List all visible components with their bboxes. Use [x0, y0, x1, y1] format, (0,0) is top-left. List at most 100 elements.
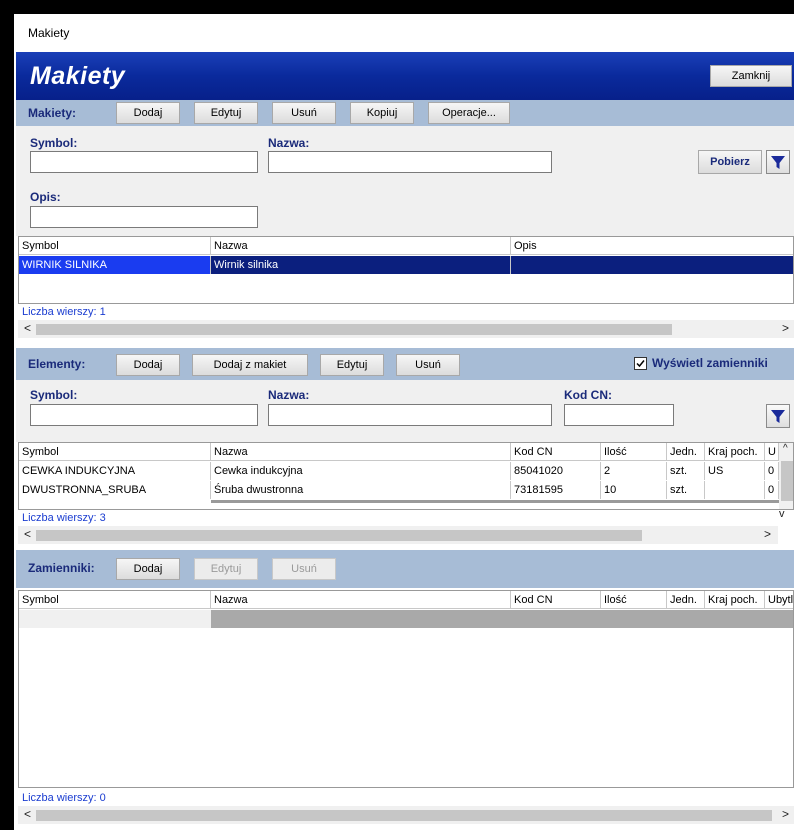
elementy-add-button[interactable]: Dodaj: [116, 354, 180, 376]
cell-country: [705, 481, 765, 499]
column-header-symbol[interactable]: Symbol: [19, 591, 211, 609]
show-substitutes-checkbox[interactable]: [634, 357, 647, 370]
fetch-button[interactable]: Pobierz: [698, 150, 762, 174]
column-header-cn[interactable]: Kod CN: [511, 443, 601, 461]
new-row-selector: [19, 610, 211, 628]
elementy-edit-button[interactable]: Edytuj: [320, 354, 384, 376]
app-window: Makiety Makiety Zamknij Makiety: Dodaj E…: [14, 14, 794, 830]
cell-cn: 85041020: [511, 462, 601, 480]
brand-title: Makiety: [30, 62, 126, 90]
makiety-copy-button[interactable]: Kopiuj: [350, 102, 414, 124]
cell-name: Wirnik silnika: [211, 256, 511, 274]
scrollbar-thumb[interactable]: [781, 461, 793, 501]
zamienniki-row-count: Liczba wierszy: 0: [22, 792, 106, 804]
column-header-name[interactable]: Nazwa: [211, 591, 511, 609]
makiety-desc-input[interactable]: [30, 206, 258, 228]
scrollbar-thumb[interactable]: [36, 530, 642, 541]
makiety-symbol-label: Symbol:: [30, 136, 78, 150]
elementy-filter-button[interactable]: [766, 404, 790, 428]
scroll-left-icon[interactable]: <: [24, 807, 31, 821]
cell-name: Śruba dwustronna: [211, 481, 511, 499]
scroll-left-icon[interactable]: <: [24, 321, 31, 335]
makiety-toolbar: Makiety: Dodaj Edytuj Usuń Kopiuj Operac…: [16, 100, 794, 126]
cell-unit: szt.: [667, 462, 705, 480]
new-row-placeholder[interactable]: [19, 610, 793, 628]
column-header-name[interactable]: Nazwa: [211, 237, 511, 255]
column-header-cn[interactable]: Kod CN: [511, 591, 601, 609]
makiety-add-button[interactable]: Dodaj: [116, 102, 180, 124]
scroll-right-icon[interactable]: >: [782, 807, 789, 821]
elementy-add-from-makiety-button[interactable]: Dodaj z makiet: [192, 354, 308, 376]
cell-name: Cewka indukcyjna: [211, 462, 511, 480]
scroll-right-icon[interactable]: >: [782, 321, 789, 335]
elementy-horizontal-scrollbar[interactable]: < >: [18, 526, 778, 544]
elementy-delete-button[interactable]: Usuń: [396, 354, 460, 376]
makiety-delete-button[interactable]: Usuń: [272, 102, 336, 124]
column-header-country[interactable]: Kraj poch.: [705, 591, 765, 609]
makiety-table: Symbol Nazwa Opis WIRNIK SILNIKA Wirnik …: [18, 236, 794, 304]
column-header-qty[interactable]: Ilość: [601, 443, 667, 461]
column-header-u[interactable]: U: [765, 443, 779, 461]
makiety-table-header: Symbol Nazwa Opis: [19, 237, 793, 255]
makiety-horizontal-scrollbar[interactable]: < >: [18, 320, 794, 338]
zamienniki-table-header: Symbol Nazwa Kod CN Ilość Jedn. Kraj poc…: [19, 591, 793, 609]
zamienniki-delete-button[interactable]: Usuń: [272, 558, 336, 580]
cell-u: 0: [765, 462, 779, 480]
elementy-symbol-input[interactable]: [30, 404, 258, 426]
elementy-cn-input[interactable]: [564, 404, 674, 426]
zamienniki-edit-button[interactable]: Edytuj: [194, 558, 258, 580]
makiety-symbol-input[interactable]: [30, 151, 258, 173]
elementy-toolbar: Elementy: Dodaj Dodaj z makiet Edytuj Us…: [16, 348, 794, 380]
cell-qty: 10: [601, 481, 667, 499]
scrollbar-thumb[interactable]: [36, 324, 672, 335]
elementy-table-header: Symbol Nazwa Kod CN Ilość Jedn. Kraj poc…: [19, 443, 779, 461]
elementy-vertical-scrollbar[interactable]: ^: [779, 443, 793, 509]
header-banner: Makiety Zamknij: [16, 52, 794, 100]
elementy-name-input[interactable]: [268, 404, 552, 426]
elementy-name-label: Nazwa:: [268, 388, 310, 402]
row-divider: [211, 500, 779, 503]
show-substitutes-label[interactable]: Wyświetl zamienniki: [652, 356, 768, 370]
cell-unit: szt.: [667, 481, 705, 499]
makiety-desc-label: Opis:: [30, 190, 61, 204]
zamienniki-table: Symbol Nazwa Kod CN Ilość Jedn. Kraj poc…: [18, 590, 794, 788]
elementy-row-count: Liczba wierszy: 3: [22, 512, 106, 524]
makiety-edit-button[interactable]: Edytuj: [194, 102, 258, 124]
new-row-fill: [211, 610, 793, 628]
close-button[interactable]: Zamknij: [710, 65, 792, 87]
scroll-right-icon[interactable]: >: [764, 527, 771, 541]
cell-desc: [511, 256, 793, 274]
scroll-down-icon[interactable]: v: [779, 508, 785, 520]
zamienniki-horizontal-scrollbar[interactable]: < >: [18, 806, 794, 824]
column-header-unit[interactable]: Jedn.: [667, 443, 705, 461]
column-header-desc[interactable]: Opis: [511, 237, 793, 255]
makiety-row-count: Liczba wierszy: 1: [22, 306, 106, 318]
elementy-label: Elementy:: [28, 357, 86, 371]
zamienniki-add-button[interactable]: Dodaj: [116, 558, 180, 580]
scroll-left-icon[interactable]: <: [24, 527, 31, 541]
column-header-loss[interactable]: Ubytl: [765, 591, 793, 609]
column-header-symbol[interactable]: Symbol: [19, 443, 211, 461]
elementy-filter-form: Symbol: Nazwa: Kod CN:: [16, 380, 794, 442]
elementy-cn-label: Kod CN:: [564, 388, 612, 402]
column-header-name[interactable]: Nazwa: [211, 443, 511, 461]
column-header-symbol[interactable]: Symbol: [19, 237, 211, 255]
makiety-filter-button[interactable]: [766, 150, 790, 174]
column-header-unit[interactable]: Jedn.: [667, 591, 705, 609]
checkmark-icon: [636, 360, 645, 368]
makiety-name-input[interactable]: [268, 151, 552, 173]
filter-icon: [771, 156, 785, 169]
table-row[interactable]: CEWKA INDUKCYJNA Cewka indukcyjna 850410…: [19, 462, 779, 480]
column-header-qty[interactable]: Ilość: [601, 591, 667, 609]
table-row[interactable]: DWUSTRONNA_SRUBA Śruba dwustronna 731815…: [19, 481, 779, 499]
elementy-table: Symbol Nazwa Kod CN Ilość Jedn. Kraj poc…: [18, 442, 794, 510]
makiety-filter-form: Symbol: Nazwa: Opis: Pobierz: [16, 126, 794, 236]
column-header-country[interactable]: Kraj poch.: [705, 443, 765, 461]
table-row[interactable]: WIRNIK SILNIKA Wirnik silnika: [19, 256, 793, 274]
makiety-operations-button[interactable]: Operacje...: [428, 102, 510, 124]
window-title: Makiety: [28, 26, 70, 40]
filter-icon: [771, 410, 785, 423]
scroll-up-icon[interactable]: ^: [783, 443, 788, 454]
cell-symbol: DWUSTRONNA_SRUBA: [19, 481, 211, 499]
scrollbar-thumb[interactable]: [36, 810, 772, 821]
